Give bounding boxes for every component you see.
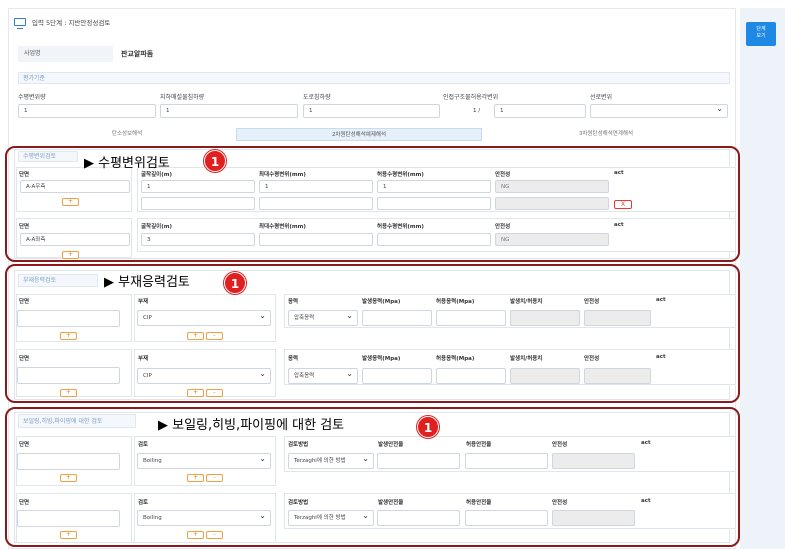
criteria-labels: 수평변위량 지하매설물침하량 도로침하량 인접구조물허용각변위 선로변위 xyxy=(18,92,730,101)
business-value: 판교알파돔 xyxy=(121,50,154,58)
criteria-label: 지하매설물침하량 xyxy=(160,94,205,101)
criteria-label: 도로침하량 xyxy=(303,94,331,101)
step-view-button[interactable]: 단계 보기 xyxy=(746,22,776,46)
annotation-badge: 1 xyxy=(417,416,439,438)
page-title: 입력 5단계 : 지반안정성검토 xyxy=(32,19,111,27)
tab-2d[interactable]: 2차원탄성해석예제해석 xyxy=(236,128,482,141)
right-side-panel xyxy=(740,8,785,549)
annotation-badge: 1 xyxy=(224,272,246,294)
business-label: 사업명 xyxy=(18,46,113,62)
annotation-member: ▶ 부재응력검토 xyxy=(104,275,190,290)
annotation-box-boiling xyxy=(5,407,740,547)
criteria-input[interactable]: 1 xyxy=(494,104,586,118)
criteria-input[interactable]: 1 xyxy=(18,104,156,118)
criteria-input[interactable]: 1 xyxy=(160,104,298,118)
tab-3d[interactable]: 3차원탄성해석연계해석 xyxy=(482,128,730,141)
criteria-label: 선로변위 xyxy=(590,94,613,101)
criteria-input[interactable]: 1 xyxy=(303,104,440,118)
annotation-boiling: ▶ 보일링,히빙,파이핑에 대한 검토 xyxy=(158,418,345,433)
criteria-section-title: 평가기준 xyxy=(18,72,730,84)
analysis-tabs: 탄소성보해석 2차원탄성해석예제해석 3차원탄성해석연계해석 xyxy=(18,128,730,141)
criteria-inputs: 1 1 1 1 / 1 xyxy=(18,103,730,118)
criteria-select[interactable] xyxy=(590,103,728,118)
annotation-badge: 1 xyxy=(204,150,226,172)
step-view-label: 단계 보기 xyxy=(756,26,766,39)
ratio-prefix: 1 / xyxy=(473,108,481,114)
monitor-icon xyxy=(14,18,26,29)
page-header: 입력 5단계 : 지반안정성검토 xyxy=(14,12,110,32)
tab-elasto-plastic[interactable]: 탄소성보해석 xyxy=(18,128,236,141)
criteria-label: 수평변위량 xyxy=(18,94,46,101)
annotation-horizontal: ▶ 수평변위검토 xyxy=(84,156,170,171)
criteria-label: 인접구조물허용각변위 xyxy=(443,94,499,101)
business-row: 사업명 판교알파돔 xyxy=(18,46,730,62)
